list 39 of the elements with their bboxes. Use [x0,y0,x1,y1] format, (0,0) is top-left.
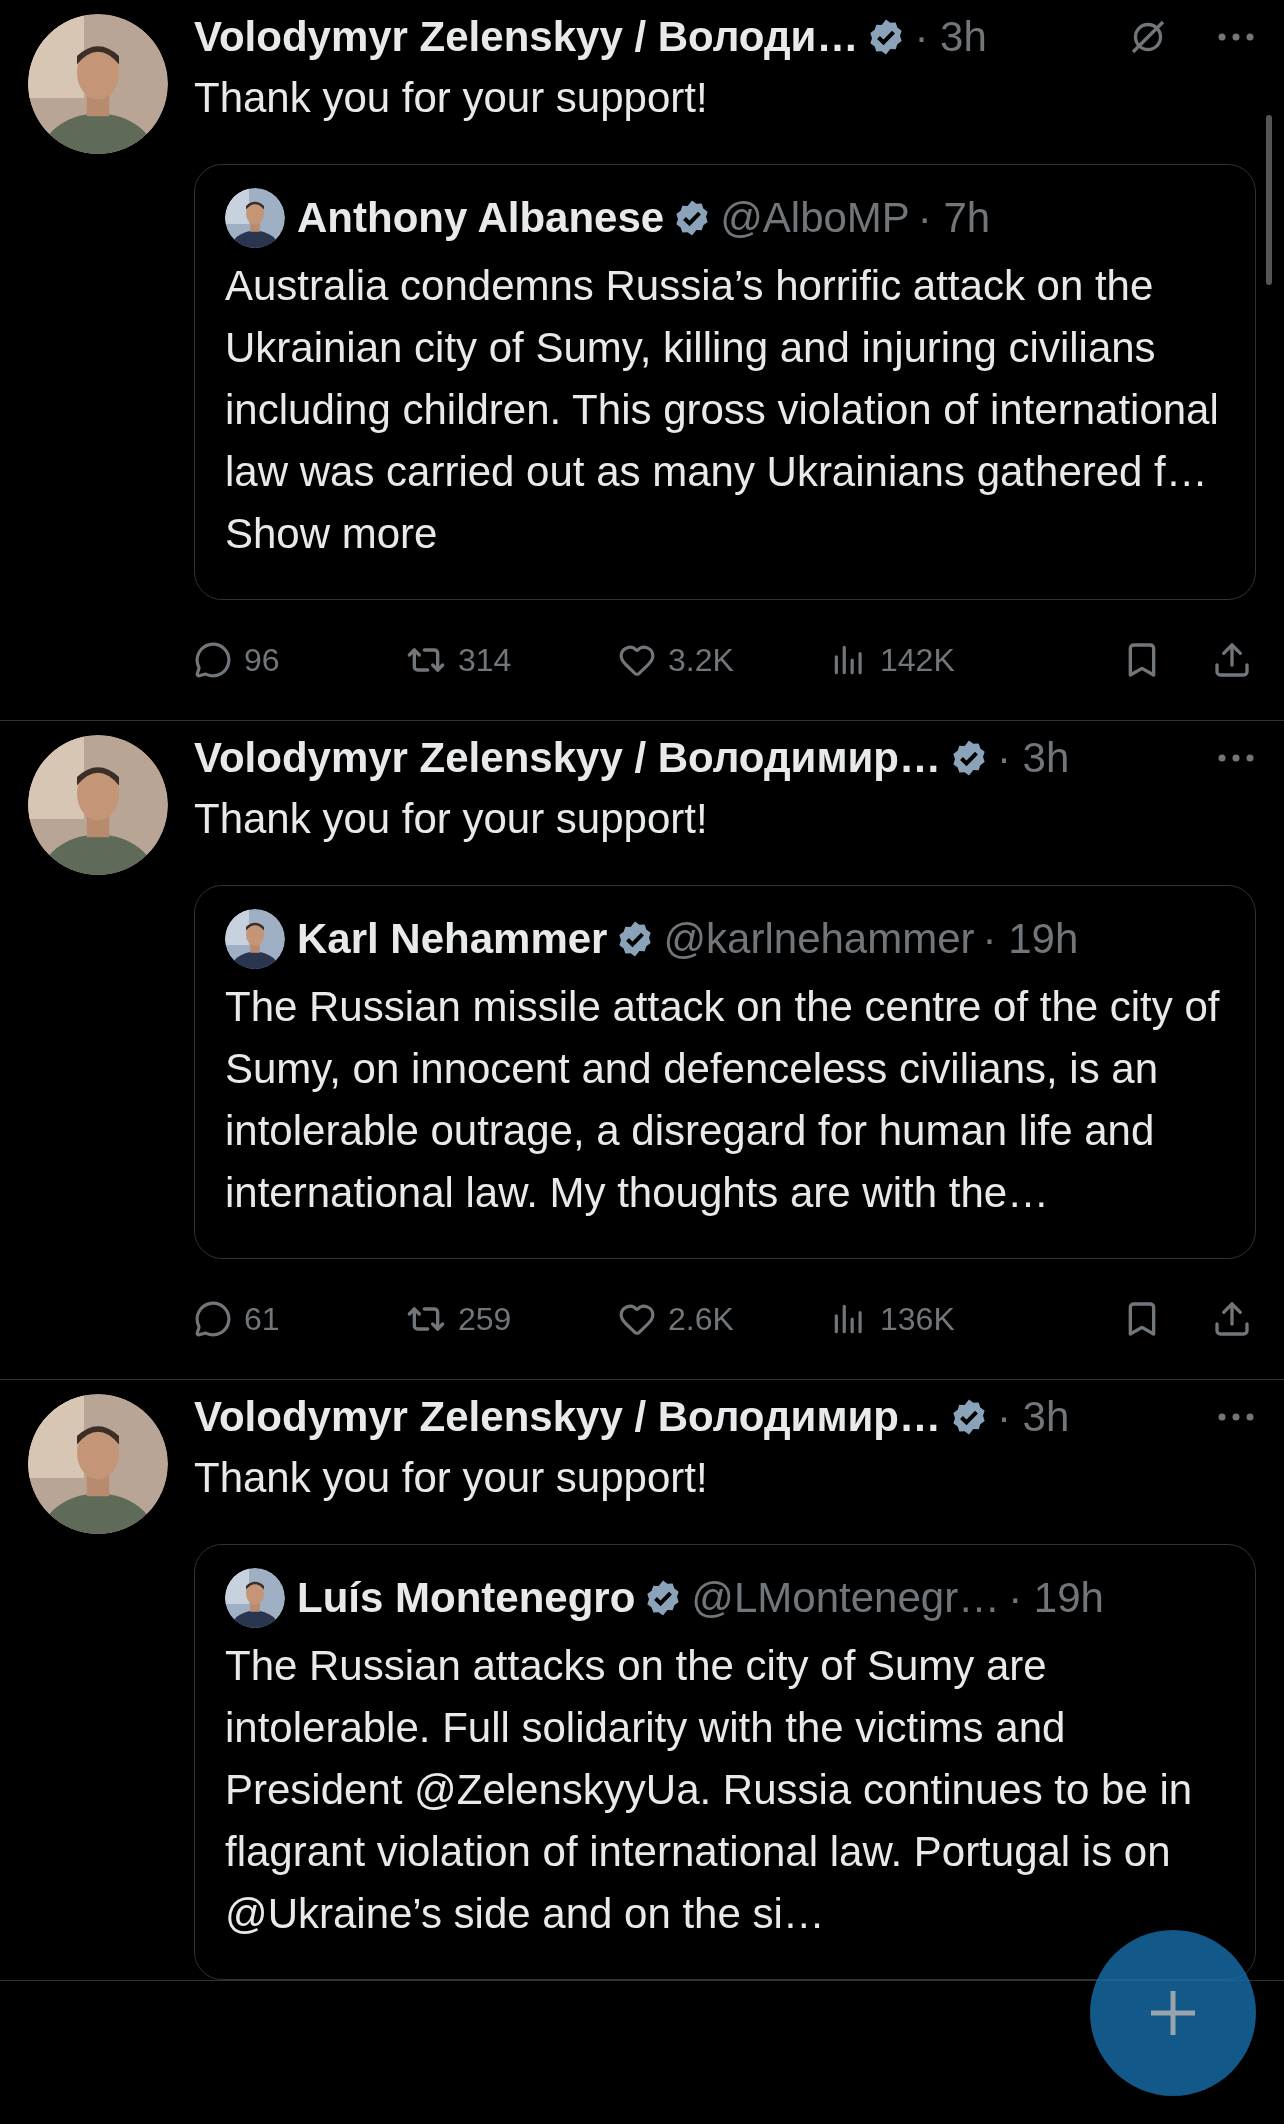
quoted-text: Australia condemns Russia’s horrific attack on the Ukrainian city of Sumy, killing and injuring civilians including children. This gross violation of international law was carried out as many Ukrainians gathered f… Show more [225,261,1220,559]
like-count: 2.6K [668,1300,734,1338]
view-count: 142K [880,641,955,679]
tweet-time: · 3h [914,13,987,61]
repost-count: 259 [458,1300,512,1338]
tweet-text: Thank you for your support! [194,795,709,843]
tweet-text: Thank you for your support! [194,74,709,122]
quoted-author-name: Anthony Albanese [297,194,665,242]
tweet-time: · 3h [996,734,1070,782]
reply-icon[interactable] [194,1300,232,1338]
quoted-time: · 19h [982,915,1079,963]
quoted-handle: @LMontenegr… [691,1574,1001,1622]
scrollbar[interactable] [1266,115,1272,285]
more-icon[interactable] [1216,752,1256,764]
quoted-text: The Russian missile attack on the centre of the city of Sumy, on innocent and defenceless civilians, is an intolerable outrage, a disregard for human life and international law. My thoughts are with the… [225,982,1221,1218]
quoted-author-name: Karl Nehammer [297,915,608,963]
author-name[interactable]: Volodymyr Zelenskyy / Володимир… [194,1393,941,1441]
quoted-author-name: Luís Montenegro [297,1574,636,1622]
tweet-time: · 3h [996,1393,1070,1441]
quoted-handle: @AlboMP [720,194,910,242]
quoted-time: · 7h [917,194,991,242]
share-icon[interactable] [1212,640,1252,680]
quoted-time: · 19h [1008,1574,1104,1622]
reply-count: 96 [244,641,280,679]
repost-count: 314 [458,641,512,679]
like-count: 3.2K [668,641,734,679]
more-icon[interactable] [1216,1411,1256,1423]
quoted-tweet-card[interactable] [194,164,1256,600]
author-name[interactable]: Volodymyr Zelenskyy / Володимир… [194,734,941,782]
tweet-text: Thank you for your support! [194,1454,709,1502]
quoted-text: The Russian attacks on the city of Sumy are intolerable. Full solidarity with the victims and President @ZelenskyyUa. Russia continues to be in flagrant violation of international law. Portugal is on @Ukraine’s side and on the si… [225,1641,1194,1939]
quoted-handle: @karlnehammer [663,915,975,963]
reply-count: 61 [244,1300,280,1338]
author-name[interactable]: Volodymyr Zelenskyy / Володи… [194,13,859,61]
share-icon[interactable] [1212,1299,1252,1339]
view-count: 136K [880,1300,955,1338]
more-icon[interactable] [1216,31,1256,43]
quoted-tweet-card[interactable] [194,885,1256,1259]
reply-icon[interactable] [194,641,232,679]
